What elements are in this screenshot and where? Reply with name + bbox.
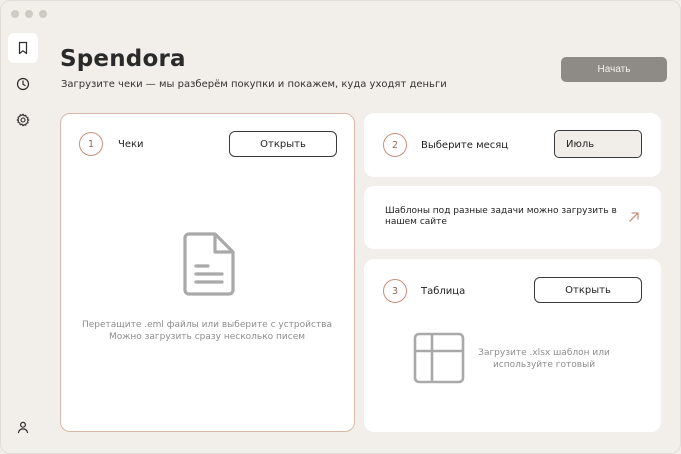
receipts-hint: Перетащите .eml файлы или выберите с уст…: [61, 319, 353, 343]
app-title: Spendora: [60, 46, 186, 72]
document-icon: [183, 232, 235, 296]
table-hint: Загрузите .xlsx шаблон или используйте г…: [474, 347, 614, 371]
table-hint-line1: Загрузите .xlsx шаблон или: [478, 348, 610, 358]
receipts-label: Чеки: [118, 139, 144, 150]
arrow-up-right-icon: [629, 212, 639, 222]
sidebar-item-settings[interactable]: [8, 105, 38, 135]
open-table-button[interactable]: Открыть: [534, 277, 642, 303]
app-subtitle: Загрузите чеки — мы разберём покупки и п…: [61, 79, 447, 90]
sidebar-item-history[interactable]: [8, 69, 38, 99]
step-badge: 3: [383, 279, 407, 303]
clock-icon: [16, 77, 30, 91]
close-window-dot[interactable]: [11, 10, 19, 18]
month-label: Выберите месяц: [421, 140, 509, 151]
sidebar: [1, 29, 45, 454]
templates-link-text[interactable]: Шаблоны под разные задачи можно загрузит…: [385, 206, 625, 228]
month-select[interactable]: Июль: [554, 130, 642, 158]
bookmark-icon: [18, 41, 28, 55]
gear-icon: [16, 113, 30, 127]
open-receipts-button[interactable]: Открыть: [229, 131, 337, 157]
receipts-hint-line2: Можно загрузить сразу несколько писем: [108, 332, 306, 342]
minimize-window-dot[interactable]: [25, 10, 33, 18]
window-controls: [11, 10, 47, 18]
table-icon: [413, 332, 465, 384]
receipts-card[interactable]: 1 Чеки Открыть Перетащите .eml файлы или…: [60, 113, 355, 432]
month-card: 2 Выберите месяц Июль: [364, 113, 661, 177]
app-window: Spendora Загрузите чеки — мы разберём по…: [0, 0, 681, 454]
maximize-window-dot[interactable]: [39, 10, 47, 18]
sidebar-item-bookmarks[interactable]: [8, 33, 38, 63]
table-card[interactable]: 3 Таблица Открыть Загрузите .xlsx шаблон…: [364, 259, 661, 432]
step-badge: 1: [79, 132, 103, 156]
start-button[interactable]: Начать: [561, 57, 667, 82]
receipts-hint-line1: Перетащите .eml файлы или выберите с уст…: [81, 320, 332, 330]
step-badge: 2: [383, 133, 407, 157]
table-hint-line2: используйте готовый: [492, 360, 596, 370]
table-label: Таблица: [421, 286, 466, 297]
user-icon: [17, 421, 29, 434]
sidebar-item-profile[interactable]: [8, 412, 38, 442]
templates-link-card[interactable]: Шаблоны под разные задачи можно загрузит…: [364, 186, 661, 249]
